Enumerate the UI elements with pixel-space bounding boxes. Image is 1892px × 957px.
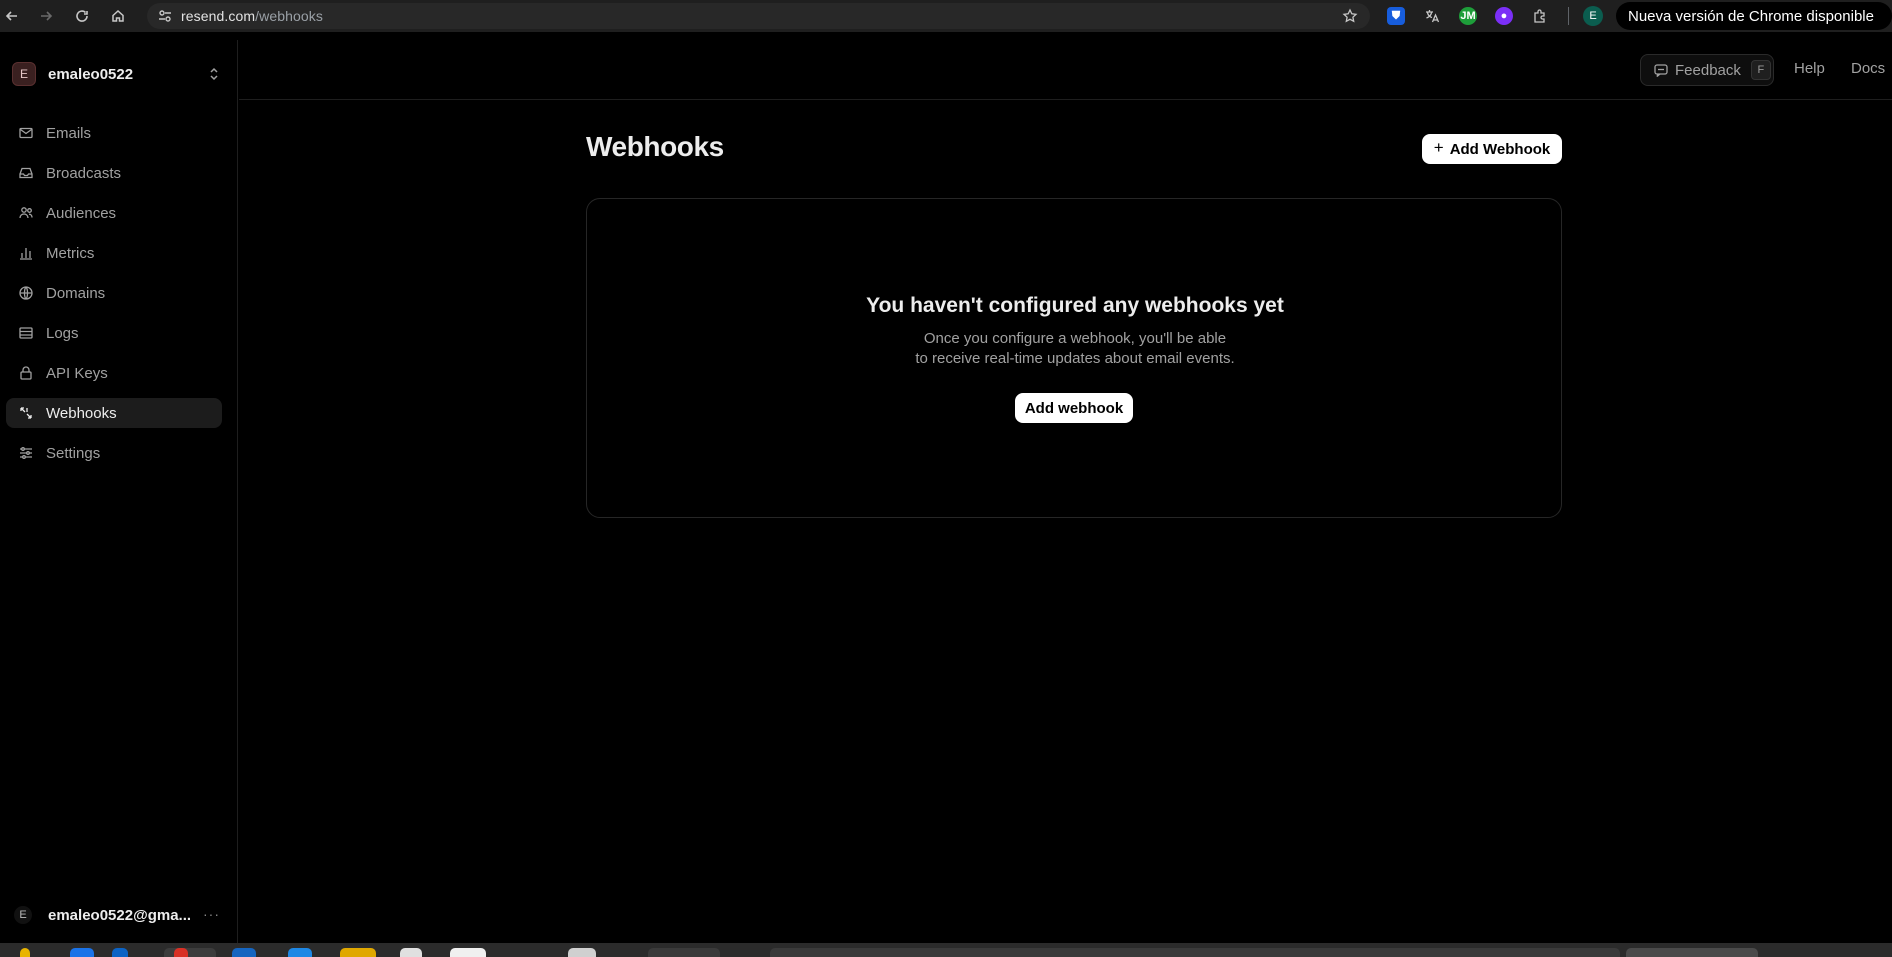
empty-state-card: You haven't configured any webhooks yet … [586,198,1562,518]
taskbar-window-preview[interactable] [770,948,1620,957]
sidebar-item-broadcasts[interactable]: Broadcasts [6,158,222,188]
os-taskbar [0,943,1892,957]
webhook-icon [18,405,34,421]
empty-state-title: You haven't configured any webhooks yet [866,294,1284,317]
empty-state-line: Once you configure a webhook, you'll be … [923,330,1227,347]
sidebar-item-label: Settings [46,444,101,462]
chat-bubble-icon[interactable]: ● [1495,7,1513,25]
jm-extension-icon[interactable]: JM [1459,7,1477,25]
sidebar-item-label: Audiences [46,204,117,222]
sidebar-item-label: Emails [46,124,92,142]
sidebar-item-settings[interactable]: Settings [6,438,222,468]
help-link[interactable]: Help [1794,60,1825,77]
taskbar-app-icon[interactable] [112,948,128,957]
lock-icon [18,365,34,381]
taskbar-app-icon[interactable] [450,948,486,957]
team-switcher[interactable]: E emaleo0522 [12,60,222,88]
taskbar-app-icon[interactable] [20,948,30,957]
taskbar-app-icon[interactable] [164,948,216,957]
sidebar-item-metrics[interactable]: Metrics [6,238,222,268]
sidebar-item-domains[interactable]: Domains [6,278,222,308]
sidebar-item-label: Broadcasts [46,164,122,182]
keyboard-shortcut: F [1750,60,1771,80]
more-options-icon[interactable]: ··· [203,906,220,922]
message-icon [1654,64,1668,77]
docs-link[interactable]: Docs [1851,60,1885,77]
bitwarden-shield-icon[interactable]: ⛊ [1387,7,1405,25]
browser-toolbar: resend.com/webhooks ⛊ JM ● E Nueva versi… [0,0,1892,32]
taskbar-app-icon[interactable] [400,948,422,957]
team-name: emaleo0522 [48,65,134,83]
taskbar-app-icon[interactable] [568,948,596,957]
forward-icon[interactable] [34,4,58,28]
home-icon[interactable] [106,4,130,28]
sidebar-item-label: Metrics [46,244,95,262]
team-avatar: E [12,62,36,86]
bar-chart-icon [18,245,34,261]
sidebar-item-webhooks[interactable]: Webhooks [6,398,222,428]
chrome-update-button[interactable]: Nueva versión de Chrome disponible [1616,2,1892,30]
inbox-icon [18,165,34,181]
add-webhook-button[interactable]: + Add Webhook [1422,134,1562,164]
logs-icon [18,325,34,341]
plus-icon: + [1433,138,1444,157]
empty-state-line: to receive real-time updates about email… [915,350,1235,367]
feedback-label: Feedback [1675,61,1741,79]
globe-icon [18,285,34,301]
taskbar-app-icon[interactable] [288,948,312,957]
sidebar-item-api-keys[interactable]: API Keys [6,358,222,388]
empty-state-description: Once you configure a webhook, you'll be … [587,329,1563,369]
users-icon [18,205,34,221]
mail-icon [18,125,34,141]
sliders-icon [18,445,34,461]
taskbar-window-preview[interactable] [648,948,720,957]
avatar: E [14,906,32,924]
site-info-icon[interactable] [157,8,173,24]
taskbar-app-icon[interactable] [70,948,94,957]
taskbar-app-icon[interactable] [340,948,376,957]
empty-state-add-webhook-button[interactable]: Add webhook [1015,393,1133,423]
translate-icon[interactable] [1423,7,1441,25]
taskbar-window-preview[interactable] [1626,948,1758,957]
add-webhook-label: Add Webhook [1449,140,1551,158]
puzzle-extensions-icon[interactable] [1531,7,1549,25]
taskbar-app-icon[interactable] [232,948,256,957]
sidebar: E emaleo0522 Emails Broadcasts Audiences… [0,40,238,943]
sidebar-item-emails[interactable]: Emails [6,118,222,148]
chevron-up-down-icon[interactable] [206,66,222,82]
profile-avatar[interactable]: E [1583,6,1603,26]
user-menu[interactable]: E emaleo0522@gma... ··· [14,902,220,928]
page-title: Webhooks [586,131,724,162]
reload-icon[interactable] [70,4,94,28]
user-email: emaleo0522@gma... [48,906,192,924]
sidebar-item-logs[interactable]: Logs [6,318,222,348]
bookmark-star-icon[interactable] [1342,8,1358,24]
sidebar-nav: Emails Broadcasts Audiences Metrics Doma… [6,118,222,478]
sidebar-item-label: API Keys [46,364,108,382]
app-header: Feedback F Help Docs [239,40,1892,100]
feedback-button[interactable]: Feedback F [1640,54,1774,86]
sidebar-item-label: Webhooks [46,404,117,422]
chrome-taskbar-icon[interactable] [174,948,188,957]
sidebar-item-audiences[interactable]: Audiences [6,198,222,228]
address-bar[interactable]: resend.com/webhooks [147,3,1370,29]
back-icon[interactable] [0,4,24,28]
toolbar-divider [1568,7,1569,25]
sidebar-item-label: Logs [46,324,79,342]
sidebar-item-label: Domains [46,284,106,302]
url-text: resend.com/webhooks [181,8,323,24]
